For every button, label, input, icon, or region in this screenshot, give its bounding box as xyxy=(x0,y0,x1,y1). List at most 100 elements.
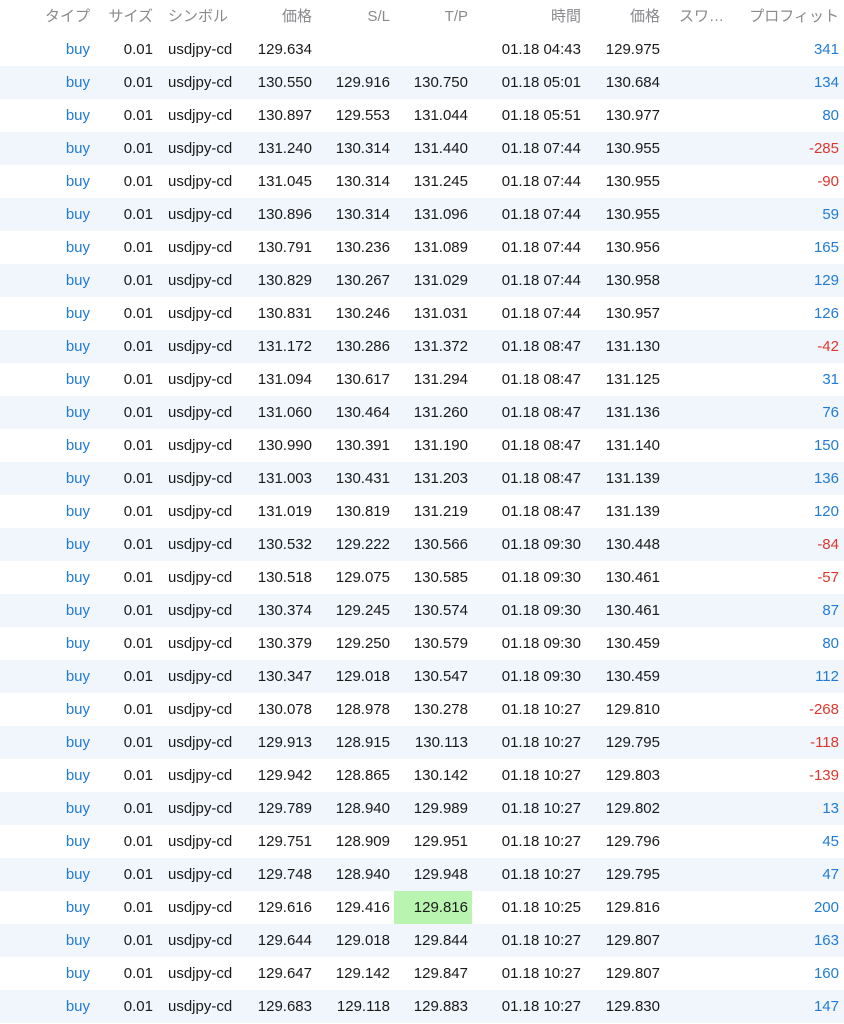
type-cell: buy xyxy=(65,41,90,58)
table-row[interactable]: buy 0.01 usdjpy-cd 130.831 130.246 131.031 01.… xyxy=(0,297,844,330)
swap-cell xyxy=(679,627,739,660)
table-row[interactable]: buy 0.01 usdjpy-cd 130.532 129.222 130.566 01.… xyxy=(0,528,844,561)
table-row[interactable]: buy 0.01 usdjpy-cd 130.374 129.245 130.574 01.… xyxy=(0,594,844,627)
table-row[interactable]: buy 0.01 usdjpy-cd 131.240 130.314 131.440 01.… xyxy=(0,132,844,165)
time-cell: 01.18 10:27 xyxy=(501,734,581,751)
stop-loss-cell: 130.314 xyxy=(335,173,390,190)
take-profit-cell: 131.372 xyxy=(413,338,468,355)
time-cell: 01.18 07:44 xyxy=(501,173,581,190)
time-cell: 01.18 09:30 xyxy=(501,635,581,652)
size-cell: 0.01 xyxy=(123,338,153,355)
table-row[interactable]: buy 0.01 usdjpy-cd 129.634 01.18 04:43 129.97… xyxy=(0,33,844,66)
time-cell: 01.18 05:01 xyxy=(501,74,581,91)
profit-cell: 80 xyxy=(822,107,839,124)
time-cell: 01.18 07:44 xyxy=(501,140,581,157)
open-price-cell: 130.791 xyxy=(257,239,312,256)
table-row[interactable]: buy 0.01 usdjpy-cd 130.550 129.916 130.750 01.… xyxy=(0,66,844,99)
stop-loss-cell: 130.819 xyxy=(335,503,390,520)
current-price-cell: 131.125 xyxy=(605,371,660,388)
time-cell: 01.18 05:51 xyxy=(501,107,581,124)
table-row[interactable]: buy 0.01 usdjpy-cd 130.990 130.391 131.190 01.… xyxy=(0,429,844,462)
current-price-cell: 130.956 xyxy=(605,239,660,256)
swap-cell xyxy=(679,990,739,1023)
header-type[interactable]: タイプ xyxy=(0,0,90,33)
table-row[interactable]: buy 0.01 usdjpy-cd 131.172 130.286 131.372 01.… xyxy=(0,330,844,363)
current-price-cell: 129.816 xyxy=(605,899,660,916)
size-cell: 0.01 xyxy=(123,833,153,850)
size-cell: 0.01 xyxy=(123,536,153,553)
table-row[interactable]: buy 0.01 usdjpy-cd 129.942 128.865 130.142 01.… xyxy=(0,759,844,792)
table-row[interactable]: buy 0.01 usdjpy-cd 131.094 130.617 131.294 01.… xyxy=(0,363,844,396)
size-cell: 0.01 xyxy=(123,866,153,883)
open-price-cell: 129.647 xyxy=(257,965,312,982)
current-price-cell: 131.139 xyxy=(605,503,660,520)
open-price-cell: 130.990 xyxy=(257,437,312,454)
type-cell: buy xyxy=(65,635,90,652)
table-row[interactable]: buy 0.01 usdjpy-cd 130.347 129.018 130.547 01.… xyxy=(0,660,844,693)
current-price-cell: 129.807 xyxy=(605,932,660,949)
table-row[interactable]: buy 0.01 usdjpy-cd 130.518 129.075 130.585 01.… xyxy=(0,561,844,594)
header-tp[interactable]: T/P xyxy=(394,0,472,33)
table-row[interactable]: buy 0.01 usdjpy-cd 130.379 129.250 130.579 01.… xyxy=(0,627,844,660)
table-body: buy 0.01 usdjpy-cd 129.634 01.18 04:43 129.97… xyxy=(0,33,844,1023)
header-sl[interactable]: S/L xyxy=(310,0,390,33)
type-cell: buy xyxy=(65,833,90,850)
swap-cell xyxy=(679,462,739,495)
table-row[interactable]: buy 0.01 usdjpy-cd 129.647 129.142 129.847 01.… xyxy=(0,957,844,990)
swap-cell xyxy=(679,891,739,924)
header-swap[interactable]: スワ… xyxy=(679,0,739,33)
size-cell: 0.01 xyxy=(123,932,153,949)
stop-loss-cell: 130.391 xyxy=(335,437,390,454)
take-profit-cell: 129.989 xyxy=(413,800,468,817)
type-cell: buy xyxy=(65,866,90,883)
header-time[interactable]: 時間 xyxy=(480,0,581,33)
swap-cell xyxy=(679,66,739,99)
open-price-cell: 129.913 xyxy=(257,734,312,751)
size-cell: 0.01 xyxy=(123,965,153,982)
size-cell: 0.01 xyxy=(123,800,153,817)
table-row[interactable]: buy 0.01 usdjpy-cd 130.791 130.236 131.089 01.… xyxy=(0,231,844,264)
table-row[interactable]: buy 0.01 usdjpy-cd 131.003 130.431 131.203 01.… xyxy=(0,462,844,495)
table-header: タイプ サイズ シンボル 価格 S/L T/P 時間 価格 スワ… プロフィット xyxy=(0,0,844,33)
header-price[interactable]: 価格 xyxy=(232,0,312,33)
size-cell: 0.01 xyxy=(123,767,153,784)
table-row[interactable]: buy 0.01 usdjpy-cd 130.078 128.978 130.278 01.… xyxy=(0,693,844,726)
current-price-cell: 130.684 xyxy=(605,74,660,91)
profit-cell: 112 xyxy=(815,668,839,685)
time-cell: 01.18 08:47 xyxy=(501,338,581,355)
header-size[interactable]: サイズ xyxy=(92,0,153,33)
table-row[interactable]: buy 0.01 usdjpy-cd 131.045 130.314 131.245 01.… xyxy=(0,165,844,198)
swap-cell xyxy=(679,231,739,264)
type-cell: buy xyxy=(65,371,90,388)
current-price-cell: 129.803 xyxy=(605,767,660,784)
table-row[interactable]: buy 0.01 usdjpy-cd 130.896 130.314 131.096 01.… xyxy=(0,198,844,231)
table-row[interactable]: buy 0.01 usdjpy-cd 129.789 128.940 129.989 01.… xyxy=(0,792,844,825)
table-row[interactable]: buy 0.01 usdjpy-cd 129.644 129.018 129.844 01.… xyxy=(0,924,844,957)
swap-cell xyxy=(679,726,739,759)
open-price-cell: 131.060 xyxy=(257,404,312,421)
swap-cell xyxy=(679,264,739,297)
open-price-cell: 130.379 xyxy=(257,635,312,652)
header-current-price[interactable]: 価格 xyxy=(580,0,660,33)
size-cell: 0.01 xyxy=(123,74,153,91)
stop-loss-cell: 128.940 xyxy=(335,800,390,817)
table-row[interactable]: buy 0.01 usdjpy-cd 129.683 129.118 129.883 01.… xyxy=(0,990,844,1023)
table-row[interactable]: buy 0.01 usdjpy-cd 129.748 128.940 129.948 01.… xyxy=(0,858,844,891)
header-profit[interactable]: プロフィット xyxy=(740,0,839,33)
table-row[interactable]: buy 0.01 usdjpy-cd 130.897 129.553 131.044 01.… xyxy=(0,99,844,132)
type-cell: buy xyxy=(65,668,90,685)
type-cell: buy xyxy=(65,602,90,619)
time-cell: 01.18 07:44 xyxy=(501,272,581,289)
open-price-cell: 129.644 xyxy=(257,932,312,949)
size-cell: 0.01 xyxy=(123,635,153,652)
table-row[interactable]: buy 0.01 usdjpy-cd 131.060 130.464 131.260 01.… xyxy=(0,396,844,429)
table-row[interactable]: buy 0.01 usdjpy-cd 129.751 128.909 129.951 01.… xyxy=(0,825,844,858)
size-cell: 0.01 xyxy=(123,734,153,751)
table-row[interactable]: buy 0.01 usdjpy-cd 130.829 130.267 131.029 01.… xyxy=(0,264,844,297)
time-cell: 01.18 08:47 xyxy=(501,404,581,421)
stop-loss-cell: 130.431 xyxy=(335,470,390,487)
table-row[interactable]: buy 0.01 usdjpy-cd 129.913 128.915 130.113 01.… xyxy=(0,726,844,759)
table-row[interactable]: buy 0.01 usdjpy-cd 129.616 129.416 129.816 01.… xyxy=(0,891,844,924)
table-row[interactable]: buy 0.01 usdjpy-cd 131.019 130.819 131.219 01.… xyxy=(0,495,844,528)
stop-loss-cell: 130.236 xyxy=(335,239,390,256)
